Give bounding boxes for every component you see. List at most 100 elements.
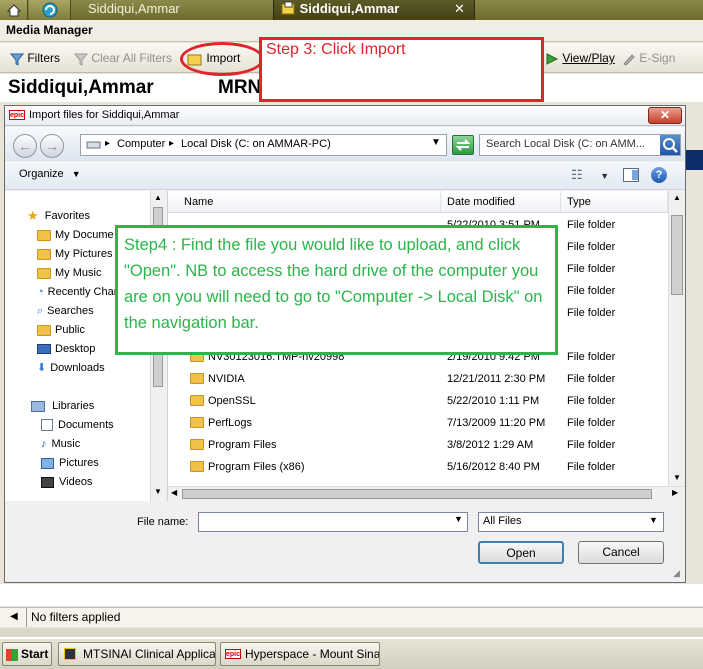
table-row[interactable]: NVIDIA 12/21/2011 2:30 PM File folder: [168, 368, 668, 390]
start-button[interactable]: Start: [2, 642, 52, 666]
nav-item-my-pictures[interactable]: My Pictures: [37, 245, 112, 263]
address-bar[interactable]: ▸ Computer ▸ Local Disk (C: on AMMAR-PC)…: [80, 134, 447, 156]
play-icon: [546, 53, 559, 65]
table-row[interactable]: OpenSSL 5/22/2010 1:11 PM File folder: [168, 390, 668, 412]
taskbar-item-mtsinai[interactable]: MTSINAI Clinical Applicati...: [58, 642, 216, 666]
tab-patient-2[interactable]: Siddiqui,Ammar ✕: [273, 0, 475, 20]
scroll-thumb[interactable]: [671, 215, 683, 295]
view-play-button[interactable]: View/Play: [545, 49, 615, 67]
nav-item-pictures[interactable]: Pictures: [41, 454, 99, 472]
dialog-bottom-area: File name: ▼ All Files ▼ Open Cancel ◢: [5, 502, 685, 582]
nav-item-videos[interactable]: Videos: [41, 473, 92, 491]
search-box[interactable]: Search Local Disk (C: on AMM...: [479, 134, 681, 156]
nav-label: My Docume: [55, 229, 114, 241]
tab-patient-1[interactable]: Siddiqui,Ammar: [72, 0, 272, 20]
e-sign-button[interactable]: E-Sign: [622, 49, 675, 67]
filters-button[interactable]: Filters: [9, 49, 60, 67]
close-tab-button[interactable]: ✕: [454, 0, 465, 18]
search-placeholder: Search Local Disk (C: on AMM...: [486, 138, 645, 150]
date-cell: 7/13/2009 11:20 PM: [447, 417, 546, 429]
favorites-header[interactable]: ★ Favorites: [27, 207, 90, 225]
clear-all-filters-button[interactable]: Clear All Filters: [73, 49, 172, 67]
star-icon: ★: [27, 208, 39, 224]
media-manager-title: Media Manager: [6, 23, 93, 37]
scroll-left-icon: ◀: [171, 488, 178, 497]
column-header-date[interactable]: Date modified: [441, 191, 561, 213]
nav-item-my-music[interactable]: My Music: [37, 264, 101, 282]
name-cell: Program Files (x86): [208, 461, 305, 473]
file-name-input[interactable]: [198, 512, 468, 532]
type-cell: File folder: [567, 417, 616, 429]
scroll-up-icon: ▲: [154, 193, 162, 202]
scroll-down-icon: ▼: [673, 473, 681, 482]
file-name-dropdown-icon[interactable]: ▼: [454, 514, 463, 524]
drive-icon: [86, 141, 101, 149]
view-options-button[interactable]: ☷ ▼: [571, 167, 609, 183]
organize-menu[interactable]: Organize ▼: [19, 168, 81, 180]
nav-label: Desktop: [55, 343, 96, 355]
table-row[interactable]: Program Files 3/8/2012 1:29 AM File fold…: [168, 434, 668, 456]
dialog-title: Import files for Siddiqui,Ammar: [29, 109, 180, 121]
nav-item-public[interactable]: Public: [37, 321, 85, 339]
nav-item-recently-changed[interactable]: ◔ Recently Char: [37, 283, 117, 301]
nav-item-downloads[interactable]: ⬇ Downloads: [37, 359, 105, 377]
preview-pane-button[interactable]: [623, 168, 639, 182]
preview-pane-icon: [632, 170, 638, 180]
folder-icon: [190, 373, 204, 384]
folder-icon: [37, 324, 51, 336]
nav-item-desktop[interactable]: Desktop: [37, 340, 95, 358]
name-cell: NVIDIA: [208, 373, 245, 385]
nav-label: My Pictures: [55, 248, 113, 260]
downloads-icon: ⬇: [37, 362, 47, 375]
type-cell: File folder: [567, 307, 616, 319]
nav-item-my-documents[interactable]: My Docume: [37, 226, 114, 244]
resize-grip-icon[interactable]: ◢: [673, 568, 680, 579]
dialog-close-button[interactable]: ✕: [648, 107, 682, 124]
table-row[interactable]: PerfLogs 7/13/2009 11:20 PM File folder: [168, 412, 668, 434]
table-row[interactable]: Program Files (x86) 5/16/2012 8:40 PM Fi…: [168, 456, 668, 478]
back-button[interactable]: [29, 0, 71, 20]
taskbar-item-label: MTSINAI Clinical Applicati...: [83, 647, 216, 661]
step4-annotation: Step4 : Find the file you would like to …: [115, 225, 558, 355]
file-type-select[interactable]: All Files ▼: [478, 512, 664, 532]
back-nav-button[interactable]: ←: [13, 134, 37, 158]
column-header-name[interactable]: Name: [168, 191, 441, 213]
breadcrumb-local-disk[interactable]: Local Disk (C: on AMMAR-PC): [181, 138, 331, 150]
taskbar-item-hyperspace[interactable]: epic Hyperspace - Mount Sina...: [220, 642, 380, 666]
scroll-right-icon: ▶: [672, 488, 679, 497]
documents-icon: [41, 419, 53, 432]
favorites-label: Favorites: [44, 210, 90, 222]
forward-nav-button[interactable]: →: [40, 134, 64, 158]
help-button[interactable]: ?: [651, 167, 667, 183]
nav-item-documents[interactable]: Documents: [41, 416, 114, 434]
scroll-thumb[interactable]: [182, 489, 652, 499]
address-dropdown-icon[interactable]: ▼: [431, 137, 441, 148]
nav-label: Music: [51, 438, 81, 450]
file-list-vertical-scrollbar[interactable]: ▲ ▼: [668, 191, 685, 486]
breadcrumb-computer[interactable]: Computer: [117, 138, 165, 150]
type-cell: File folder: [567, 461, 616, 473]
nav-item-searches[interactable]: ⌕ Searches: [37, 302, 94, 320]
nav-label: Downloads: [50, 362, 105, 374]
search-icon: [663, 138, 678, 153]
pen-icon: [623, 54, 635, 66]
home-icon: [6, 4, 22, 17]
libraries-header[interactable]: Libraries: [31, 397, 94, 415]
home-button[interactable]: [0, 0, 28, 20]
type-cell: File folder: [567, 263, 616, 275]
pictures-icon: [41, 457, 54, 469]
folder-icon: [37, 267, 51, 279]
collapse-arrow-icon[interactable]: ◀: [10, 611, 18, 622]
refresh-button[interactable]: [452, 135, 474, 155]
windows-logo-icon: [6, 649, 18, 661]
search-button[interactable]: [660, 135, 680, 155]
nav-label: Pictures: [59, 457, 99, 469]
file-list-horizontal-scrollbar[interactable]: ◀ ▶: [168, 486, 685, 501]
videos-icon: [41, 476, 54, 488]
cancel-button[interactable]: Cancel: [578, 541, 664, 564]
breadcrumb-separator-icon: ▸: [169, 138, 175, 149]
chevron-down-icon: ▼: [600, 171, 610, 181]
open-button[interactable]: Open: [478, 541, 564, 564]
column-header-type[interactable]: Type: [561, 191, 668, 213]
nav-item-music[interactable]: ♪ Music: [41, 435, 80, 453]
